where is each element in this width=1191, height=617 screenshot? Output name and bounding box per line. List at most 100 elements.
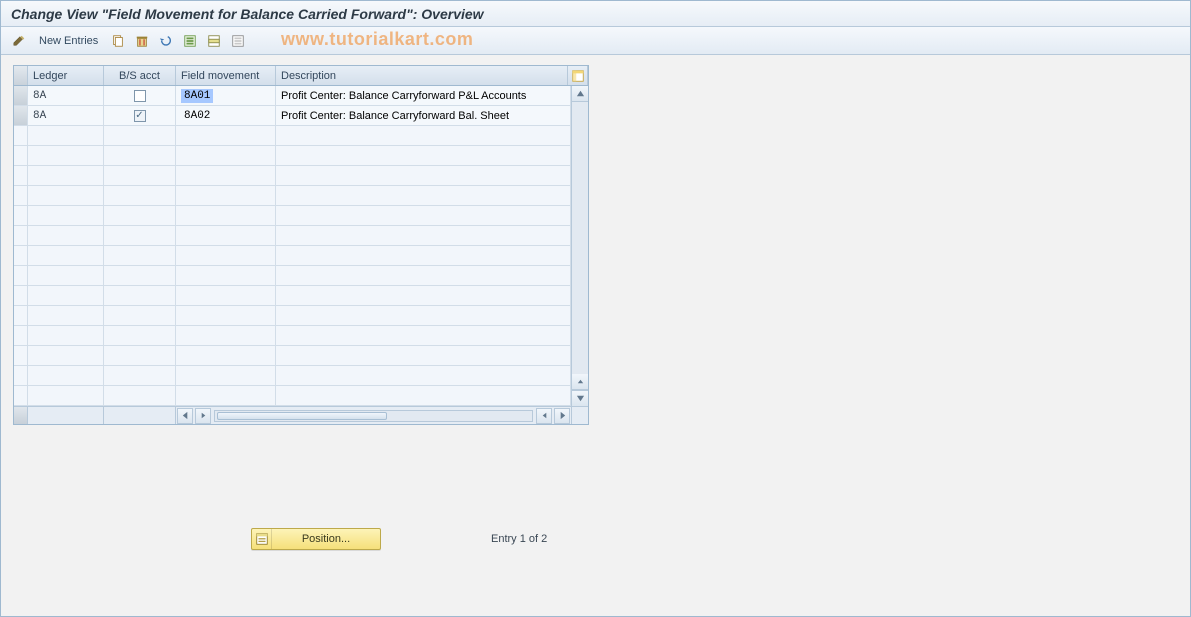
cell-empty[interactable] (28, 126, 104, 145)
cell-empty[interactable] (176, 206, 276, 225)
cell-empty[interactable] (28, 206, 104, 225)
cell-empty[interactable] (14, 146, 28, 165)
cell-empty[interactable] (276, 326, 571, 345)
cell-empty[interactable] (28, 346, 104, 365)
table-row-empty[interactable] (14, 326, 571, 346)
select-block-button[interactable] (204, 31, 224, 51)
scroll-up-button[interactable] (572, 86, 588, 102)
cell-empty[interactable] (104, 126, 176, 145)
scroll-down-step-button[interactable] (572, 374, 588, 390)
table-row-empty[interactable] (14, 126, 571, 146)
vertical-scroll-track[interactable] (572, 102, 588, 374)
cell-empty[interactable] (14, 346, 28, 365)
horizontal-scroll-thumb[interactable] (217, 412, 387, 420)
cell-empty[interactable] (14, 306, 28, 325)
bsacct-checkbox[interactable] (134, 90, 146, 102)
scroll-left-button[interactable] (177, 408, 193, 424)
cell-empty[interactable] (14, 286, 28, 305)
table-settings-button[interactable] (568, 66, 588, 85)
cell-empty[interactable] (276, 266, 571, 285)
cell-empty[interactable] (176, 146, 276, 165)
scroll-left-step-button[interactable] (536, 408, 552, 424)
cell-empty[interactable] (176, 186, 276, 205)
bsacct-checkbox[interactable] (134, 110, 146, 122)
table-row-empty[interactable] (14, 146, 571, 166)
cell-empty[interactable] (276, 246, 571, 265)
cell-empty[interactable] (276, 126, 571, 145)
cell-empty[interactable] (104, 366, 176, 385)
cell-empty[interactable] (28, 186, 104, 205)
table-row-empty[interactable] (14, 186, 571, 206)
toggle-display-change-button[interactable] (9, 31, 29, 51)
cell-empty[interactable] (28, 306, 104, 325)
cell-empty[interactable] (176, 306, 276, 325)
cell-empty[interactable] (14, 266, 28, 285)
cell-bsacct[interactable] (104, 86, 176, 105)
cell-empty[interactable] (104, 346, 176, 365)
horizontal-scrollbar[interactable] (14, 406, 588, 424)
cell-empty[interactable] (276, 306, 571, 325)
table-row-empty[interactable] (14, 286, 571, 306)
cell-empty[interactable] (14, 206, 28, 225)
cell-empty[interactable] (104, 206, 176, 225)
cell-empty[interactable] (104, 286, 176, 305)
copy-as-button[interactable] (108, 31, 128, 51)
scroll-right-step-button[interactable] (195, 408, 211, 424)
cell-bsacct[interactable] (104, 106, 176, 125)
cell-empty[interactable] (28, 326, 104, 345)
cell-empty[interactable] (104, 266, 176, 285)
cell-empty[interactable] (14, 246, 28, 265)
cell-empty[interactable] (14, 166, 28, 185)
select-all-button[interactable] (180, 31, 200, 51)
cell-empty[interactable] (14, 326, 28, 345)
row-selector-header[interactable] (14, 66, 28, 85)
cell-empty[interactable] (276, 346, 571, 365)
row-selector[interactable] (14, 86, 28, 105)
column-header-description[interactable]: Description (276, 66, 568, 85)
cell-empty[interactable] (14, 386, 28, 405)
cell-empty[interactable] (176, 126, 276, 145)
cell-description[interactable]: Profit Center: Balance Carryforward Bal.… (276, 106, 571, 125)
cell-empty[interactable] (276, 146, 571, 165)
row-selector[interactable] (14, 106, 28, 125)
cell-empty[interactable] (176, 226, 276, 245)
cell-empty[interactable] (104, 186, 176, 205)
cell-empty[interactable] (276, 386, 571, 405)
cell-fieldmovement[interactable]: 8A01 (176, 86, 276, 105)
cell-empty[interactable] (28, 226, 104, 245)
cell-empty[interactable] (104, 326, 176, 345)
cell-empty[interactable] (28, 166, 104, 185)
column-header-bsacct[interactable]: B/S acct (104, 66, 176, 85)
cell-empty[interactable] (276, 166, 571, 185)
cell-empty[interactable] (176, 286, 276, 305)
undo-button[interactable] (156, 31, 176, 51)
deselect-all-button[interactable] (228, 31, 248, 51)
position-button[interactable]: Position... (251, 528, 381, 550)
cell-empty[interactable] (28, 366, 104, 385)
cell-empty[interactable] (104, 146, 176, 165)
cell-fieldmovement[interactable]: 8A02 (176, 106, 276, 125)
cell-ledger[interactable]: 8A (28, 86, 104, 105)
cell-empty[interactable] (14, 126, 28, 145)
cell-empty[interactable] (104, 306, 176, 325)
table-row-empty[interactable] (14, 166, 571, 186)
cell-empty[interactable] (176, 246, 276, 265)
table-row-empty[interactable] (14, 266, 571, 286)
cell-empty[interactable] (176, 346, 276, 365)
cell-ledger[interactable]: 8A (28, 106, 104, 125)
scroll-down-button[interactable] (572, 390, 588, 406)
cell-empty[interactable] (14, 226, 28, 245)
table-row-empty[interactable] (14, 366, 571, 386)
delete-button[interactable] (132, 31, 152, 51)
table-row-empty[interactable] (14, 226, 571, 246)
cell-empty[interactable] (104, 226, 176, 245)
cell-empty[interactable] (28, 386, 104, 405)
cell-empty[interactable] (28, 246, 104, 265)
column-header-ledger[interactable]: Ledger (28, 66, 104, 85)
table-row[interactable]: 8A 8A02Profit Center: Balance Carryforwar… (14, 106, 571, 126)
cell-empty[interactable] (14, 366, 28, 385)
cell-empty[interactable] (14, 186, 28, 205)
table-row-empty[interactable] (14, 306, 571, 326)
table-row-empty[interactable] (14, 346, 571, 366)
table-row-empty[interactable] (14, 246, 571, 266)
